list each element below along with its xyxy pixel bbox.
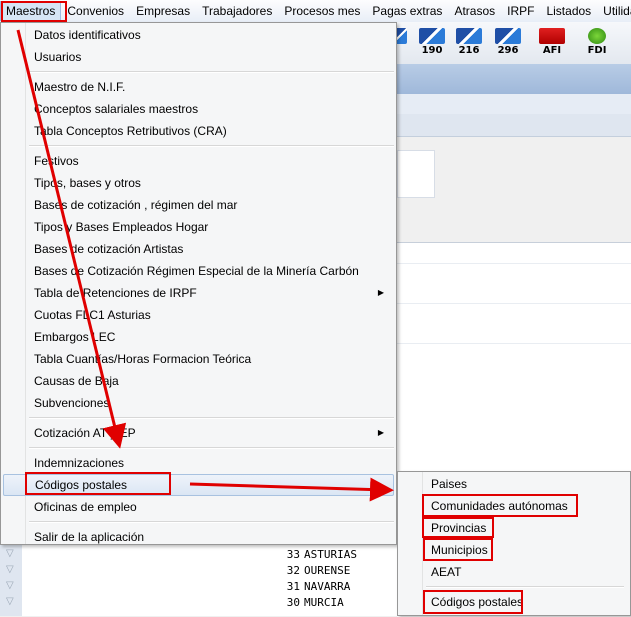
window-title-bar xyxy=(397,64,631,94)
table-row[interactable]: 31 NAVARRA xyxy=(282,580,351,593)
menu-listados[interactable]: Listados xyxy=(540,1,597,21)
tax-model-216-icon[interactable]: 216 xyxy=(454,28,484,60)
menu-item-oficinas-empleo[interactable]: Oficinas de empleo xyxy=(3,496,394,518)
annotation-box xyxy=(423,590,523,614)
panel-header xyxy=(397,94,631,115)
menu-item-maestro-nif[interactable]: Maestro de N.I.F. xyxy=(3,76,394,98)
menu-atrasos[interactable]: Atrasos xyxy=(448,1,501,21)
toolbar: 190 216 296 AFI FDI xyxy=(393,22,631,65)
menu-separator xyxy=(29,145,394,147)
menu-item-bases-artistas[interactable]: Bases de cotización Artistas xyxy=(3,238,394,260)
submenu-arrow-icon: ▶ xyxy=(376,480,383,489)
annotation-box xyxy=(25,472,171,495)
menu-item-embargos-lec[interactable]: Embargos LEC xyxy=(3,326,394,348)
annotation-box xyxy=(1,1,67,22)
menu-separator xyxy=(426,586,624,588)
menu-bar: Maestros Convenios Empresas Trabajadores… xyxy=(0,0,631,23)
menu-item-bases-mineria[interactable]: Bases de Cotización Régimen Especial de … xyxy=(3,260,394,282)
submenu-arrow-icon: ▶ xyxy=(377,288,384,297)
menu-item-salir[interactable]: Salir de la aplicación xyxy=(3,526,394,548)
menu-utilidades[interactable]: Utilidad xyxy=(597,1,631,21)
menu-item-causas-baja[interactable]: Causas de Baja xyxy=(3,370,394,392)
form-field[interactable] xyxy=(397,150,435,198)
annotation-box xyxy=(423,538,493,561)
annotation-box xyxy=(422,517,494,538)
menu-item-cuantias-formacion[interactable]: Tabla Cuantías/Horas Formacion Teórica xyxy=(3,348,394,370)
menu-irpf[interactable]: IRPF xyxy=(501,1,540,21)
submenu-item-aeat[interactable]: AEAT xyxy=(400,561,626,583)
menu-item-usuarios[interactable]: Usuarios xyxy=(3,46,394,68)
menu-item-bases-regimen-mar[interactable]: Bases de cotización , régimen del mar xyxy=(3,194,394,216)
table-row[interactable]: 33 ASTURIAS xyxy=(282,548,357,561)
menu-item-indemnizaciones[interactable]: Indemnizaciones xyxy=(3,452,394,474)
menu-separator xyxy=(29,71,394,73)
province-list: 33 ASTURIAS 32 OURENSE 31 NAVARRA 30 MURCIA xyxy=(22,545,397,616)
menu-item-conceptos-salariales[interactable]: Conceptos salariales maestros xyxy=(3,98,394,120)
menu-item-cotizacion-at-ep[interactable]: Cotización AT y EP ▶ xyxy=(3,422,394,444)
grid-row-indicator: ▽ ▽ ▽ ▽ xyxy=(0,545,23,616)
menu-separator xyxy=(29,417,394,419)
tax-model-190-icon[interactable]: 190 xyxy=(417,28,447,60)
menu-item-tipos-bases[interactable]: Tipos, bases y otros xyxy=(3,172,394,194)
menu-item-cuotas-flc1[interactable]: Cuotas FLC1 Asturias xyxy=(3,304,394,326)
table-row[interactable]: 32 OURENSE xyxy=(282,564,351,577)
menu-trabajadores[interactable]: Trabajadores xyxy=(196,1,278,21)
submenu-item-paises[interactable]: Paises xyxy=(400,473,626,495)
panel-strip xyxy=(397,114,631,137)
submenu-arrow-icon: ▶ xyxy=(377,428,384,437)
menu-item-tabla-conceptos-cra[interactable]: Tabla Conceptos Retributivos (CRA) xyxy=(3,120,394,142)
menu-empresas[interactable]: Empresas xyxy=(130,1,196,21)
menu-convenios[interactable]: Convenios xyxy=(61,1,130,21)
menu-separator xyxy=(29,447,394,449)
menu-item-retenciones-irpf[interactable]: Tabla de Retenciones de IRPF ▶ xyxy=(3,282,394,304)
menu-separator xyxy=(29,521,394,523)
menu-item-subvenciones[interactable]: Subvenciones xyxy=(3,392,394,414)
afi-icon[interactable]: AFI xyxy=(537,28,567,60)
tax-model-296-icon[interactable]: 296 xyxy=(493,28,523,60)
menu-item-festivos[interactable]: Festivos xyxy=(3,150,394,172)
table-row[interactable]: 30 MURCIA xyxy=(282,596,344,609)
maestros-dropdown-menu: Datos identificativos Usuarios Maestro d… xyxy=(0,22,397,545)
menu-procesos-mes[interactable]: Procesos mes xyxy=(278,1,366,21)
annotation-box xyxy=(422,494,578,517)
fdi-icon[interactable]: FDI xyxy=(582,28,612,60)
menu-pagas-extras[interactable]: Pagas extras xyxy=(366,1,448,21)
menu-item-datos-identificativos[interactable]: Datos identificativos xyxy=(3,24,394,46)
menu-item-empleados-hogar[interactable]: Tipos y Bases Empleados Hogar xyxy=(3,216,394,238)
